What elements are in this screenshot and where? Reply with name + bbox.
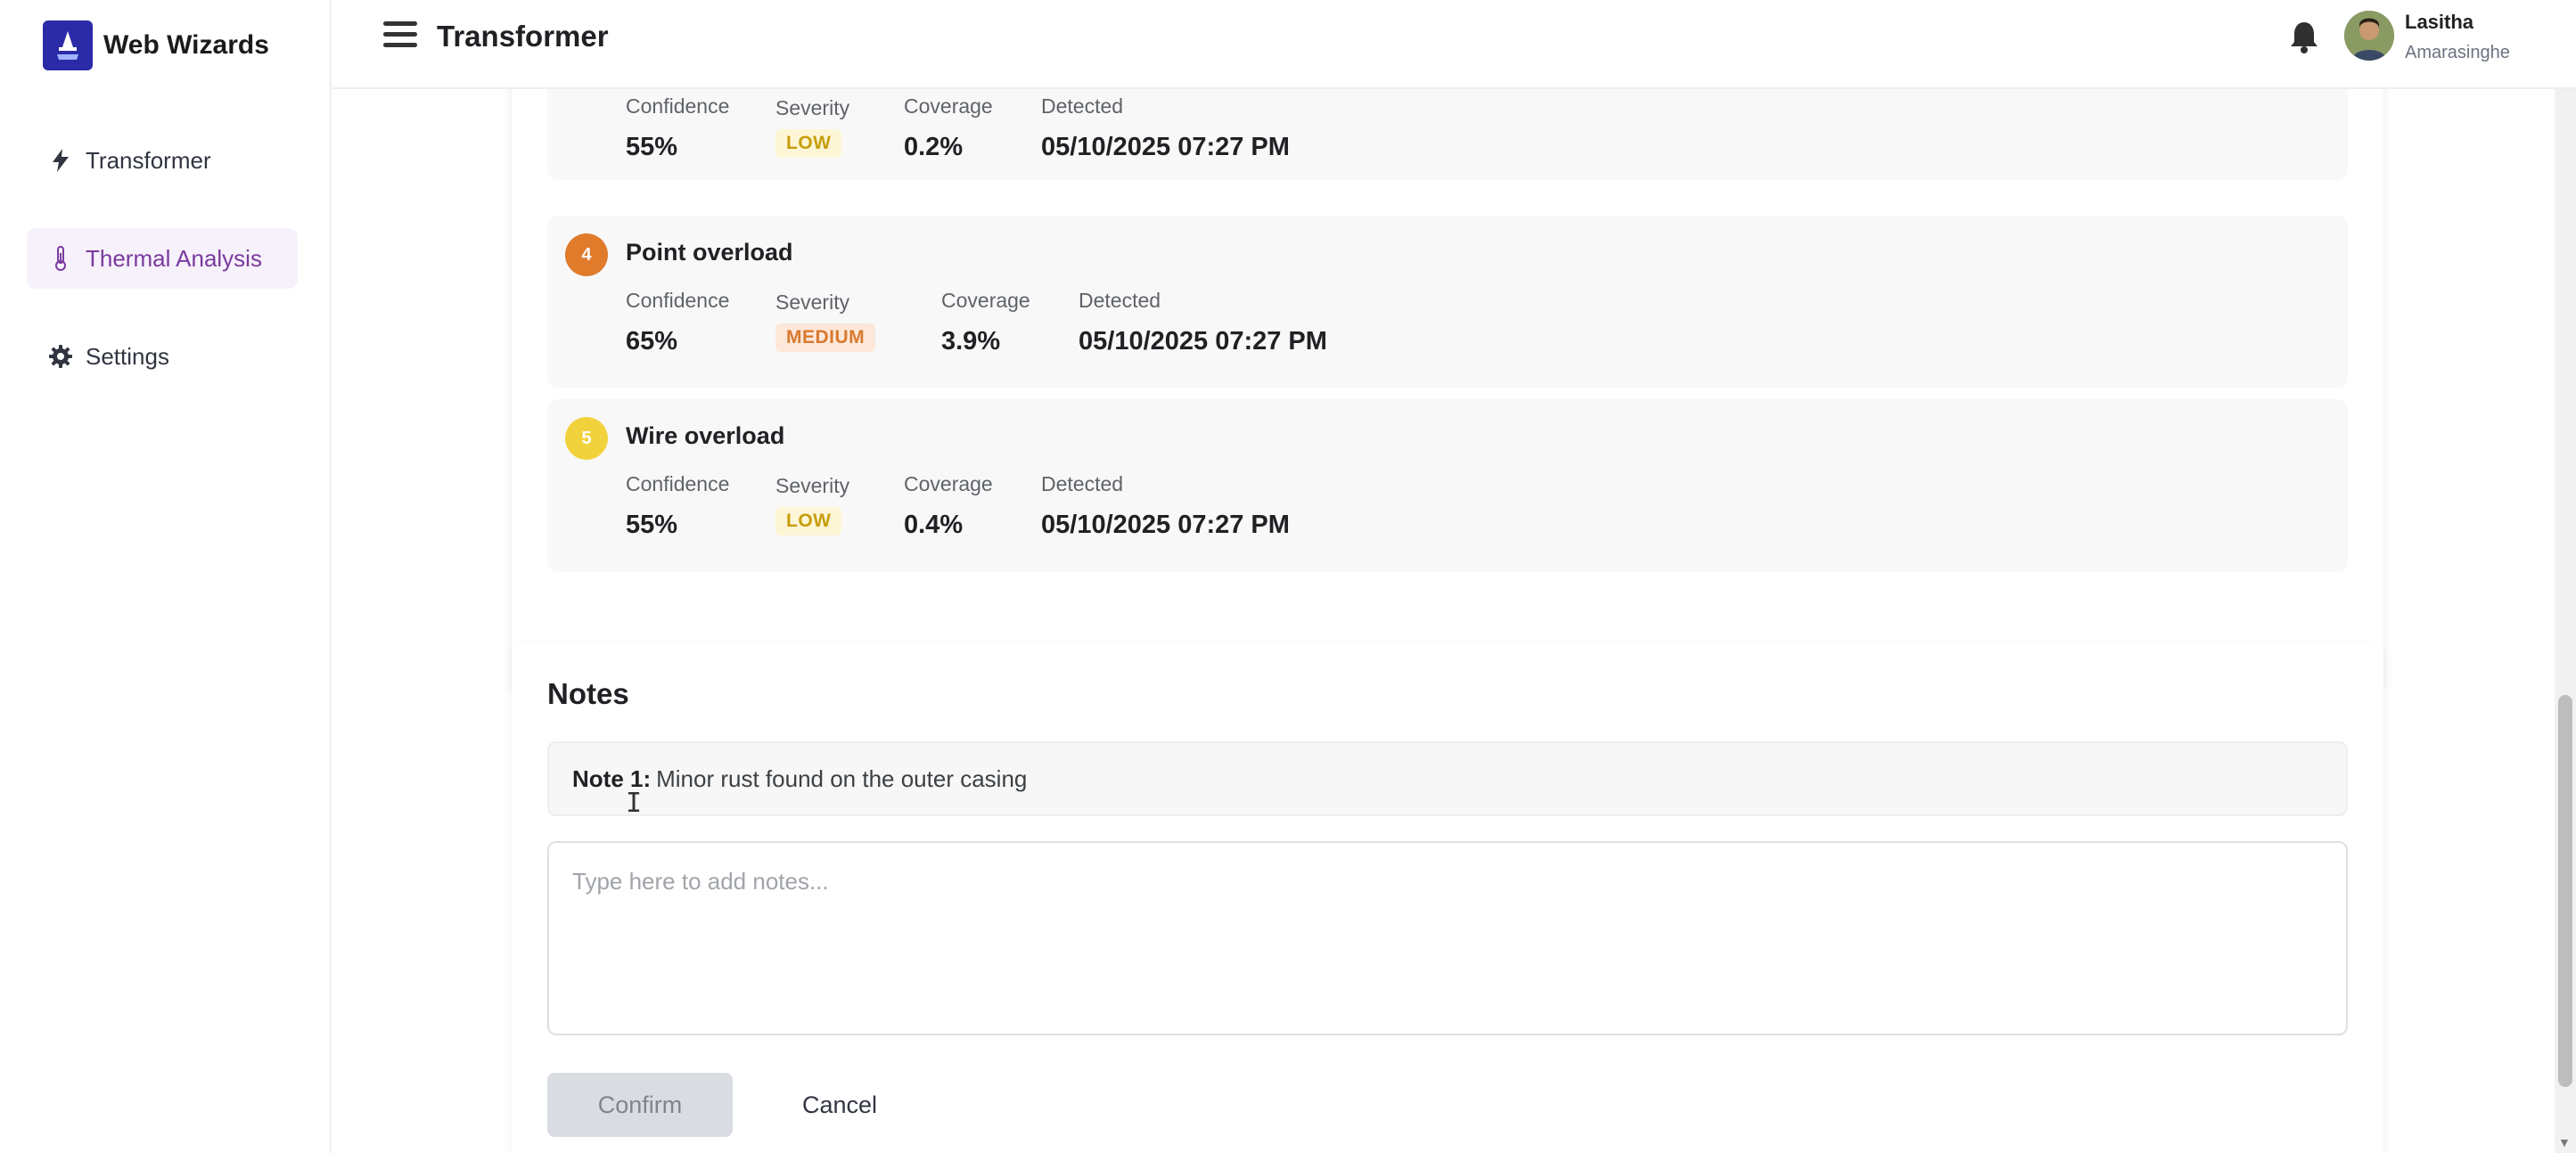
bolt-icon [48, 149, 73, 172]
avatar[interactable] [2344, 11, 2394, 61]
severity-badge: LOW [775, 129, 842, 158]
coverage-value: 0.2% [904, 133, 964, 161]
severity-stat: Severity LOW [775, 96, 849, 158]
coverage-stat: Coverage 3.9% [941, 289, 1030, 356]
severity-stat: Severity MEDIUM [775, 290, 876, 352]
user-last-name: Amarasinghe [2405, 43, 2510, 62]
scroll-down-icon[interactable]: ▼ [2558, 1135, 2571, 1149]
bell-icon[interactable] [2289, 20, 2321, 55]
confidence-stat: Confidence 65% [626, 289, 730, 356]
severity-badge: MEDIUM [775, 323, 876, 352]
severity-badge: LOW [775, 507, 842, 536]
anomaly-item[interactable]: 4 Point overload Confidence 65% Severity… [547, 216, 2348, 388]
confidence-value: 55% [626, 133, 678, 161]
cancel-button[interactable]: Cancel [751, 1073, 929, 1137]
gear-icon [48, 345, 73, 368]
text-cursor-icon: I [626, 788, 643, 819]
severity-stat: Severity LOW [775, 474, 849, 536]
brand[interactable]: Web Wizards [43, 20, 269, 71]
confidence-stat: Confidence 55% [626, 94, 730, 161]
topbar: Transformer Lasitha Amarasinghe [333, 0, 2576, 89]
notes-input[interactable] [547, 841, 2348, 1035]
detected-value: 05/10/2025 07:27 PM [1041, 511, 1290, 539]
anomaly-number-badge: 5 [565, 417, 608, 460]
anomaly-item[interactable]: Confidence 55% Severity LOW Coverage 0.2… [547, 89, 2348, 180]
anomaly-title: Wire overload [626, 422, 785, 449]
confirm-button[interactable]: Confirm [547, 1073, 733, 1137]
brand-name: Web Wizards [103, 30, 269, 60]
detected-value: 05/10/2025 07:27 PM [1079, 327, 1327, 356]
detected-stat: Detected 05/10/2025 07:27 PM [1041, 94, 1290, 161]
anomaly-list-card: Confidence 55% Severity LOW Coverage 0.2… [512, 89, 2383, 691]
anomaly-number-badge: 4 [565, 233, 608, 276]
coverage-stat: Coverage 0.2% [904, 94, 993, 161]
app-root: Web Wizards Transformer Thermal Analysis [0, 0, 2576, 1153]
detected-stat: Detected 05/10/2025 07:27 PM [1079, 289, 1327, 356]
sidebar-item-thermal-analysis[interactable]: Thermal Analysis [27, 228, 298, 289]
main-content: Confidence 55% Severity LOW Coverage 0.2… [333, 89, 2549, 1153]
note-item: Note 1: Minor rust found on the outer ca… [547, 741, 2348, 816]
page-title: Transformer [437, 20, 609, 53]
sidebar-item-settings[interactable]: Settings [27, 326, 298, 387]
notes-card: Notes Note 1: Minor rust found on the ou… [512, 642, 2383, 1153]
sidebar-item-label: Transformer [86, 146, 211, 174]
detected-stat: Detected 05/10/2025 07:27 PM [1041, 472, 1290, 539]
wizard-logo-icon [43, 20, 93, 70]
detected-value: 05/10/2025 07:27 PM [1041, 133, 1290, 161]
thermometer-icon [48, 246, 73, 271]
menu-icon[interactable] [383, 21, 417, 53]
scrollbar-thumb[interactable] [2558, 695, 2572, 1087]
coverage-stat: Coverage 0.4% [904, 472, 993, 539]
confidence-stat: Confidence 55% [626, 472, 730, 539]
anomaly-title: Point overload [626, 239, 793, 266]
scrollbar[interactable]: ▼ [2555, 89, 2576, 1153]
sidebar: Web Wizards Transformer Thermal Analysis [0, 0, 332, 1153]
user-first-name: Lasitha [2405, 11, 2474, 33]
notes-title: Notes [547, 677, 629, 710]
coverage-value: 0.4% [904, 511, 964, 539]
sidebar-item-transformer[interactable]: Transformer [27, 130, 298, 191]
sidebar-item-label: Settings [86, 342, 169, 370]
sidebar-item-label: Thermal Analysis [86, 244, 262, 272]
confidence-value: 55% [626, 511, 678, 539]
confidence-value: 65% [626, 327, 678, 356]
coverage-value: 3.9% [941, 327, 1001, 356]
anomaly-item[interactable]: 5 Wire overload Confidence 55% Severity … [547, 399, 2348, 572]
note-text: Minor rust found on the outer casing [656, 765, 1028, 792]
